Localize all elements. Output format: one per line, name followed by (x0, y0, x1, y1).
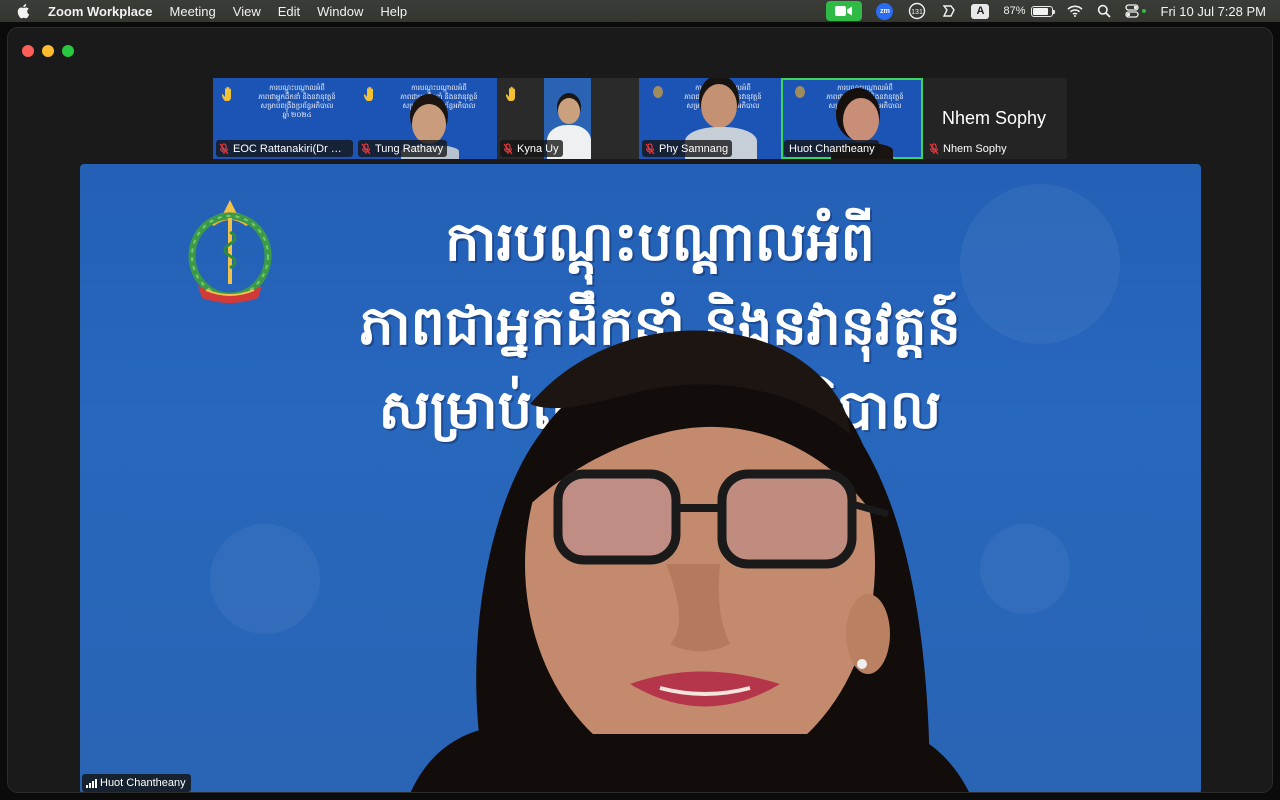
svg-text:131: 131 (912, 9, 924, 16)
ministry-emblem-icon (188, 200, 272, 303)
raised-hand-icon (219, 84, 239, 104)
participant-tile-huot-chantheany[interactable]: ការបណ្ដុះបណ្ដាលអំពី ភាពជាអ្នកដឹកនាំ និងន… (781, 78, 923, 159)
muted-mic-icon (219, 142, 230, 155)
participant-tile-eoc-rattanakiri[interactable]: ការបណ្ដុះបណ្ដាលអំពី ភាពជាអ្នកដឹកនាំ និងន… (213, 78, 355, 159)
control-center-icon[interactable] (1124, 0, 1147, 22)
participant-tile-kyna-uy[interactable]: Kyna Uy (497, 78, 639, 159)
participant-strip: ការបណ្ដុះបណ្ដាលអំពី ភាពជាអ្នកដឹកនាំ និងន… (213, 78, 1067, 159)
muted-mic-icon (929, 142, 940, 155)
participant-name-pill: Huot Chantheany (784, 140, 879, 157)
close-window-button[interactable] (22, 45, 34, 57)
zoom-video-status-icon[interactable] (826, 0, 863, 22)
macos-menu-bar: Zoom Workplace Meeting View Edit Window … (0, 0, 1280, 22)
participant-video-face (558, 98, 580, 124)
connection-signal-icon (86, 778, 97, 788)
slide-thumbnail-text: ការបណ្ដុះបណ្ដាលអំពី ភាពជាអ្នកដឹកនាំ និងន… (258, 85, 336, 119)
raised-hand-icon (361, 84, 381, 104)
zoom-meeting-window: ការបណ្ដុះបណ្ដាលអំពី ភាពជាអ្នកដឹកនាំ និងន… (7, 27, 1273, 793)
apple-menu-icon[interactable] (16, 3, 30, 19)
speaker-name-pill: Huot Chantheany (82, 774, 191, 792)
ministry-logo-thumbnail (653, 86, 663, 98)
input-source-icon[interactable]: A (971, 0, 990, 22)
participant-video-face (412, 104, 446, 144)
copilot-icon[interactable] (941, 0, 957, 22)
zoom-menubar-icon[interactable]: zm (876, 0, 894, 22)
muted-mic-icon (645, 142, 656, 155)
battery-icon[interactable] (1030, 5, 1055, 17)
menu-window[interactable]: Window (317, 4, 363, 19)
background-pattern (210, 524, 320, 634)
background-pattern (980, 524, 1070, 614)
ministry-logo-thumbnail (795, 86, 805, 98)
participant-tile-tung-rathavy[interactable]: ការបណ្ដុះបណ្ដាលអំពី ភាពជាអ្នកដឹកនាំ និងន… (355, 78, 497, 159)
muted-mic-icon (503, 142, 514, 155)
active-speaker-video[interactable]: ការបណ្ដុះបណ្ដាលអំពី ភាពជាអ្នកដឹកនាំ និងន… (80, 164, 1201, 792)
participant-video-face (843, 98, 879, 142)
minimize-window-button[interactable] (42, 45, 54, 57)
participant-name-pill: EOC Rattanakiri(Dr En... (216, 140, 353, 157)
fullscreen-window-button[interactable] (62, 45, 74, 57)
menu-app-name[interactable]: Zoom Workplace (48, 4, 153, 19)
menubar-clock[interactable]: Fri 10 Jul 7:28 PM (1161, 4, 1267, 19)
participant-display-name: Nhem Sophy (941, 108, 1047, 128)
participant-name-pill: Phy Samnang (642, 140, 733, 157)
participant-name-pill: Kyna Uy (500, 140, 563, 157)
speaker-video-person (410, 330, 969, 792)
raised-hand-icon (503, 84, 523, 104)
wifi-icon[interactable] (1066, 0, 1083, 22)
participant-name-pill: Tung Rathavy (358, 140, 448, 157)
participant-name-pill: Nhem Sophy (926, 140, 1011, 157)
muted-mic-icon (361, 142, 372, 155)
menu-view[interactable]: View (233, 4, 261, 19)
window-controls (22, 45, 74, 57)
notification-center-icon[interactable]: 131 (907, 0, 927, 22)
battery-percent: 87% (1003, 5, 1026, 17)
menu-meeting[interactable]: Meeting (170, 4, 216, 19)
spotlight-search-icon[interactable] (1097, 0, 1111, 22)
menu-help[interactable]: Help (380, 4, 407, 19)
participant-tile-nhem-sophy[interactable]: Nhem Sophy Nhem Sophy (923, 78, 1065, 159)
participant-tile-phy-samnang[interactable]: ការបណ្ដុះបណ្ដាលអំពី ភាពជាអ្នកដឹកនាំ និងន… (639, 78, 781, 159)
menu-edit[interactable]: Edit (278, 4, 300, 19)
participant-video-face (701, 84, 737, 128)
